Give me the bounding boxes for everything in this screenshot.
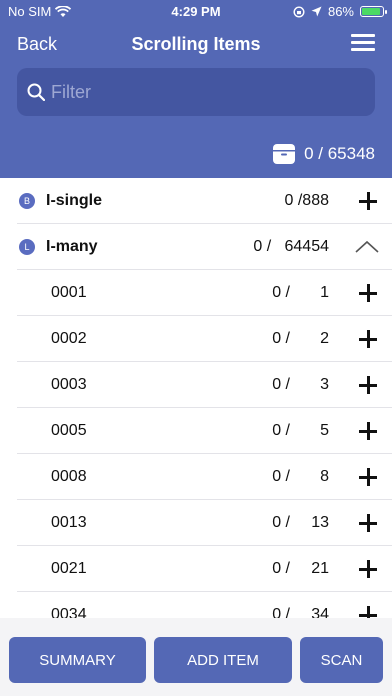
totals-count: 0 / 65348 — [304, 144, 375, 163]
list-item[interactable]: 0005 0 / 5 — [0, 408, 392, 454]
item-count: 0 / — [272, 330, 290, 347]
archive-box-icon — [273, 144, 296, 164]
location-icon — [311, 6, 322, 17]
item-total: 13 — [311, 514, 329, 531]
item-name: 0034 — [51, 606, 87, 618]
list-item[interactable]: 0001 0 / 1 — [0, 270, 392, 316]
add-icon[interactable] — [358, 559, 378, 579]
header: No SIM 4:29 PM 86% Back Scrolling Items — [0, 0, 392, 178]
group-row-single[interactable]: B I-single 0 /888 — [0, 178, 392, 224]
add-icon[interactable] — [358, 191, 378, 211]
group-badge: B — [19, 193, 35, 209]
hamburger-menu-icon[interactable] — [351, 32, 375, 52]
page-title: Scrolling Items — [131, 34, 261, 54]
add-item-button[interactable]: ADD ITEM — [154, 637, 292, 683]
item-name: 0021 — [51, 560, 87, 577]
item-name: 0002 — [51, 330, 87, 347]
item-total: 2 — [320, 330, 329, 347]
list-item[interactable]: 0008 0 / 8 — [0, 454, 392, 500]
group-name: I-single — [46, 192, 103, 209]
battery-icon — [360, 6, 387, 17]
item-count: 0 / — [272, 514, 290, 531]
item-total: 21 — [311, 560, 329, 577]
item-count: 0 / — [272, 422, 290, 439]
chevron-up-icon[interactable] — [354, 234, 380, 260]
group-count: 0 /888 — [284, 192, 329, 209]
search-icon — [27, 83, 45, 101]
group-name: I-many — [46, 238, 98, 255]
add-icon[interactable] — [358, 467, 378, 487]
item-name: 0003 — [51, 376, 87, 393]
item-name: 0013 — [51, 514, 87, 531]
summary-button[interactable]: SUMMARY — [9, 637, 146, 683]
item-count: 0 / — [272, 376, 290, 393]
list-item[interactable]: 0021 0 / 21 — [0, 546, 392, 592]
item-count: 0 / — [272, 560, 290, 577]
list-item[interactable]: 0013 0 / 13 — [0, 500, 392, 546]
item-total: 34 — [311, 606, 329, 618]
status-bar: No SIM 4:29 PM 86% — [0, 0, 392, 24]
item-name: 0001 — [51, 284, 87, 301]
add-icon[interactable] — [358, 329, 378, 349]
totals: 0 / 65348 — [272, 143, 375, 165]
item-name: 0005 — [51, 422, 87, 439]
add-icon[interactable] — [358, 513, 378, 533]
group-badge: L — [19, 239, 35, 255]
group-row-many[interactable]: L I-many 0 / 64454 — [0, 224, 392, 270]
group-count: 0 / 64454 — [253, 238, 329, 255]
item-total: 1 — [320, 284, 329, 301]
list-item[interactable]: 0002 0 / 2 — [0, 316, 392, 362]
item-name: 0008 — [51, 468, 87, 485]
item-count: 0 / — [272, 606, 290, 618]
add-icon[interactable] — [358, 375, 378, 395]
item-total: 8 — [320, 468, 329, 485]
orientation-lock-icon — [293, 5, 305, 18]
list-item[interactable]: 0003 0 / 3 — [0, 362, 392, 408]
add-icon[interactable] — [358, 421, 378, 441]
items-list[interactable]: B I-single 0 /888 L I-many 0 / 64454 000… — [0, 178, 392, 618]
item-count: 0 / — [272, 284, 290, 301]
add-icon[interactable] — [358, 605, 378, 618]
bottom-toolbar: SUMMARY ADD ITEM SCAN — [0, 618, 392, 696]
item-total: 3 — [320, 376, 329, 393]
navbar: Back Scrolling Items — [0, 26, 392, 62]
search-bar[interactable] — [17, 68, 375, 116]
battery-percent: 86% — [327, 4, 354, 19]
list-item[interactable]: 0034 0 / 34 — [0, 592, 392, 618]
scan-button[interactable]: SCAN — [300, 637, 383, 683]
add-icon[interactable] — [358, 283, 378, 303]
filter-input[interactable] — [51, 81, 351, 103]
item-count: 0 / — [272, 468, 290, 485]
item-total: 5 — [320, 422, 329, 439]
